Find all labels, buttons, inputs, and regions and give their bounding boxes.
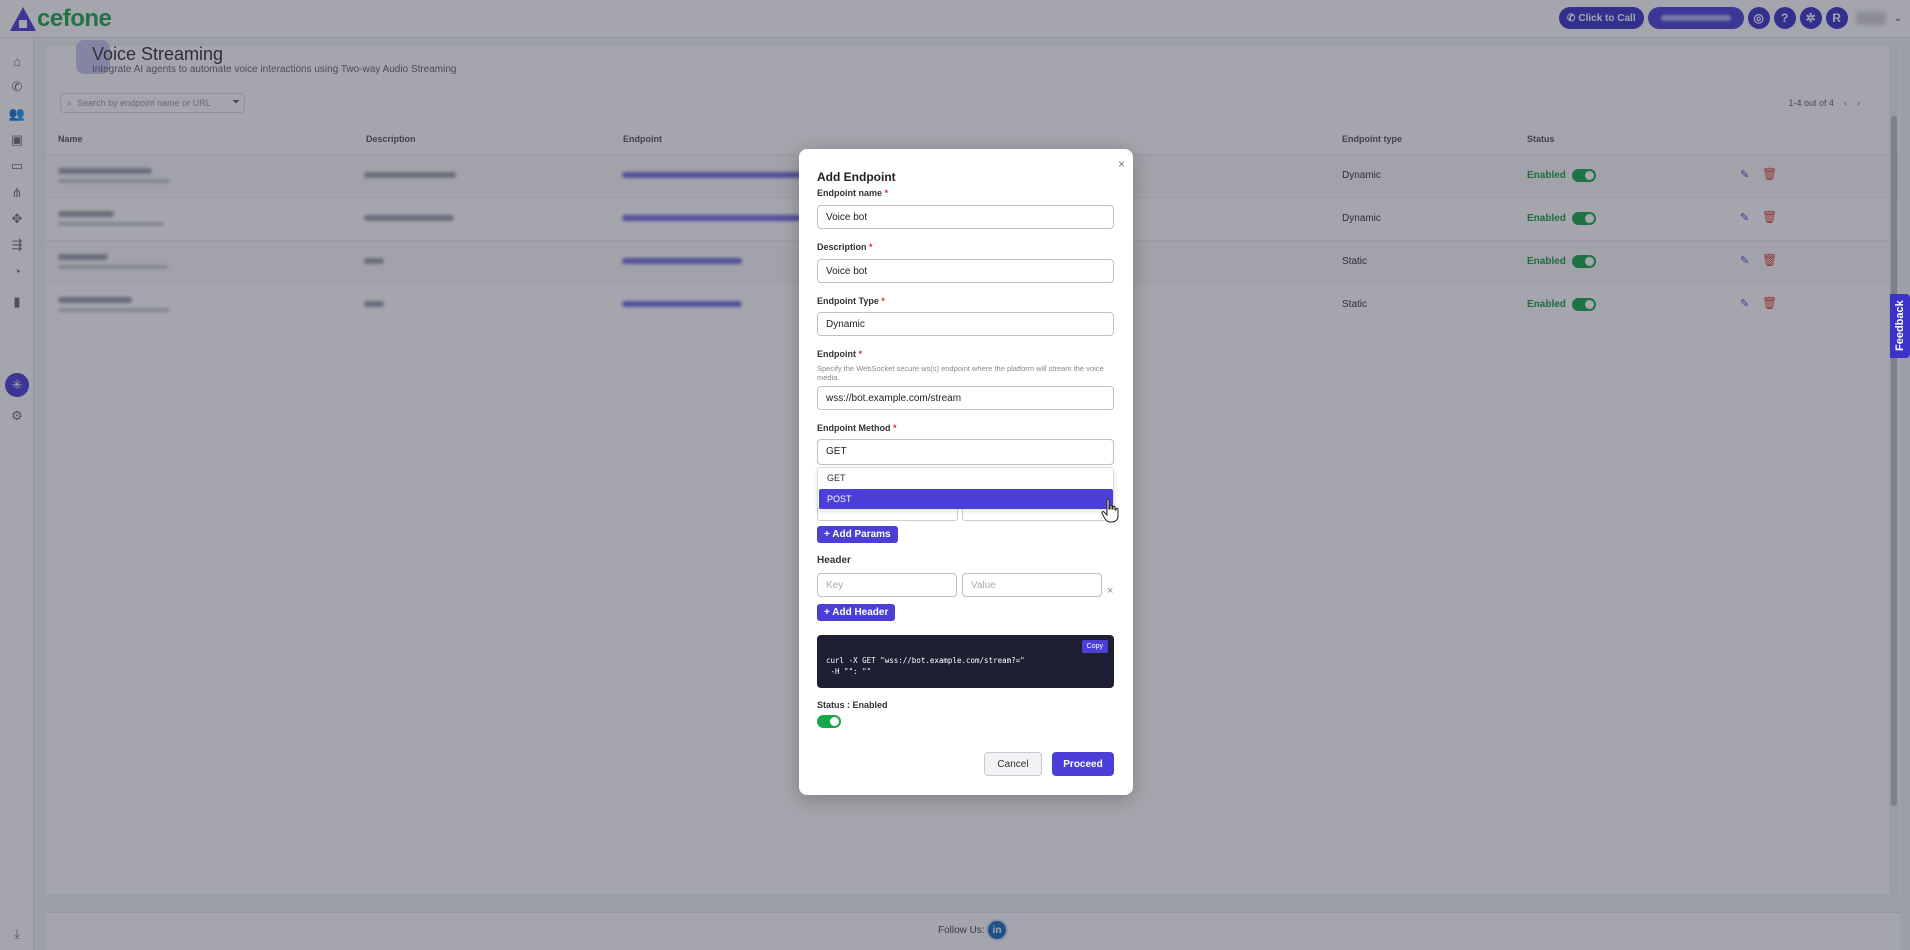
- copy-button[interactable]: Copy: [1081, 640, 1108, 653]
- method-option-post[interactable]: POST: [819, 489, 1113, 509]
- required-marker: *: [893, 423, 897, 433]
- method-dropdown: GET POST: [817, 467, 1114, 509]
- code-line: curl -X GET "wss://bot.example.com/strea…: [826, 656, 1025, 665]
- status-toggle[interactable]: [817, 715, 841, 728]
- label-text: Endpoint name: [817, 188, 882, 198]
- modal-title: Add Endpoint: [817, 170, 896, 184]
- remove-header-icon[interactable]: ×: [1107, 585, 1113, 597]
- header-value-input[interactable]: Value: [962, 573, 1102, 597]
- feedback-tab[interactable]: Feedback: [1890, 294, 1910, 358]
- endpoint-name-label: Endpoint name *: [817, 188, 888, 198]
- endpoint-name-input[interactable]: Voice bot: [817, 205, 1114, 229]
- label-text: Endpoint Type: [817, 296, 879, 306]
- close-icon[interactable]: ×: [1118, 157, 1125, 171]
- add-params-button[interactable]: + Add Params: [817, 526, 898, 543]
- endpoint-type-select[interactable]: Dynamic: [817, 312, 1114, 336]
- code-line: -H "": "": [826, 667, 872, 676]
- endpoint-url-input[interactable]: wss://bot.example.com/stream: [817, 386, 1114, 410]
- description-input[interactable]: Voice bot: [817, 259, 1114, 283]
- header-key-input[interactable]: Key: [817, 573, 957, 597]
- hand-cursor-icon: [1101, 498, 1119, 523]
- endpoint-hint: Specify the WebSocket secure ws(s) endpo…: [817, 364, 1104, 382]
- header-label: Header: [817, 555, 851, 566]
- add-endpoint-modal: × Add Endpoint Endpoint name * Voice bot…: [799, 149, 1133, 795]
- status-label: Status : Enabled: [817, 700, 888, 710]
- description-label: Description *: [817, 242, 873, 252]
- endpoint-type-label: Endpoint Type *: [817, 296, 885, 306]
- endpoint-method-select[interactable]: GET: [817, 439, 1114, 465]
- label-text: Description: [817, 242, 867, 252]
- add-header-button[interactable]: + Add Header: [817, 604, 896, 621]
- method-option-get[interactable]: GET: [819, 468, 1113, 488]
- endpoint-label: Endpoint *: [817, 349, 862, 359]
- cancel-button[interactable]: Cancel: [984, 752, 1042, 776]
- required-marker: *: [858, 349, 863, 359]
- proceed-button[interactable]: Proceed: [1052, 752, 1114, 776]
- label-text: Endpoint Method: [817, 423, 891, 433]
- endpoint-method-label: Endpoint Method *: [817, 423, 897, 433]
- required-marker: *: [869, 242, 873, 252]
- required-marker: *: [881, 296, 885, 306]
- curl-preview: Copy curl -X GET "wss://bot.example.com/…: [817, 635, 1114, 688]
- required-marker: *: [884, 188, 889, 198]
- label-text: Endpoint: [817, 349, 856, 359]
